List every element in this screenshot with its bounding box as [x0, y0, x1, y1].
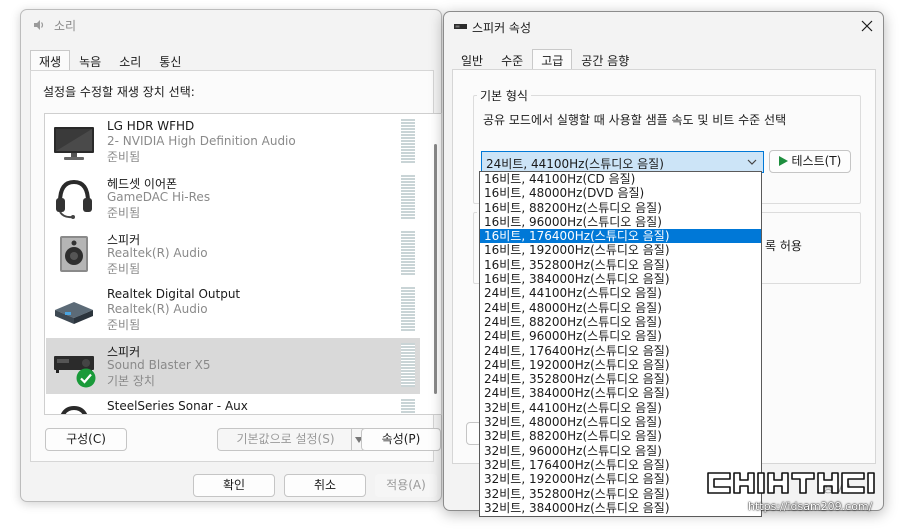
device-status: 준비됨 — [107, 262, 141, 276]
device-driver: Realtek(R) Audio — [107, 246, 208, 260]
device-list-scrollbar[interactable] — [430, 114, 441, 414]
format-option[interactable]: 32비트, 96000Hz(스튜디오 음질) — [480, 444, 761, 458]
close-icon[interactable] — [859, 18, 875, 34]
device-driver: 2- NVIDIA High Definition Audio — [107, 134, 296, 148]
format-option[interactable]: 24비트, 48000Hz(스튜디오 음질) — [480, 301, 761, 315]
format-option[interactable]: 16비트, 96000Hz(스튜디오 음질) — [480, 215, 761, 229]
default-format-label: 기본 형식 — [477, 87, 531, 104]
device-name: LG HDR WFHD — [107, 119, 195, 133]
volume-meter — [401, 175, 415, 219]
volume-meter — [401, 287, 415, 331]
tab-playback[interactable]: 재생 — [30, 50, 71, 70]
device-list[interactable]: LG HDR WFHD 2- NVIDIA High Definition Au… — [44, 113, 442, 415]
format-option[interactable]: 24비트, 88200Hz(스튜디오 음질) — [480, 315, 761, 329]
properties-button[interactable]: 속성(P) — [361, 428, 441, 451]
sound-tabs: 재생 녹음 소리 통신 — [30, 50, 190, 70]
props-titlebar[interactable]: 스피커 속성 — [444, 12, 883, 42]
format-dropdown-list[interactable]: 16비트, 44100Hz(CD 음질) 16비트, 48000Hz(DVD 음… — [479, 171, 762, 517]
format-option[interactable]: 16비트, 48000Hz(DVD 음질) — [480, 186, 761, 200]
apply-button[interactable]: 적용(A) — [375, 474, 437, 497]
format-option[interactable]: 16비트, 44100Hz(CD 음질) — [480, 172, 761, 186]
format-option[interactable]: 32비트, 384000Hz(스튜디오 음질) — [480, 501, 761, 515]
configure-button[interactable]: 구성(C) — [45, 428, 127, 451]
format-option[interactable]: 24비트, 192000Hz(스튜디오 음질) — [480, 358, 761, 372]
device-name: Realtek Digital Output — [107, 287, 241, 301]
headset-icon — [56, 179, 92, 219]
device-item[interactable]: LG HDR WFHD 2- NVIDIA High Definition Au… — [46, 114, 420, 170]
tab-levels[interactable]: 수준 — [492, 49, 532, 69]
format-option[interactable]: 16비트, 384000Hz(스튜디오 음질) — [480, 272, 761, 286]
scrollbar-thumb[interactable] — [434, 144, 437, 394]
default-format-description: 공유 모드에서 실행할 때 사용할 샘플 속도 및 비트 수준 선택 — [483, 113, 787, 127]
playback-panel: 설정을 수정할 재생 장치 선택: LG HDR WFHD 2- NVIDIA … — [30, 70, 442, 462]
props-tabs: 일반 수준 고급 공간 음향 — [452, 49, 638, 69]
format-option[interactable]: 16비트, 192000Hz(스튜디오 음질) — [480, 243, 761, 257]
digital-output-icon — [55, 302, 93, 324]
sound-window: 소리 재생 녹음 소리 통신 설정을 수정할 재생 장치 선택: LG HDR … — [20, 9, 442, 502]
tab-sounds[interactable]: 소리 — [110, 50, 150, 70]
test-button[interactable]: 테스트(T) — [769, 150, 851, 173]
volume-meter — [401, 231, 415, 275]
tab-communications[interactable]: 통신 — [150, 50, 190, 70]
format-option[interactable]: 32비트, 44100Hz(스튜디오 음질) — [480, 401, 761, 415]
monitor-icon — [54, 127, 94, 160]
tab-advanced[interactable]: 고급 — [532, 49, 573, 69]
format-option[interactable]: 24비트, 384000Hz(스튜디오 음질) — [480, 386, 761, 400]
device-item[interactable]: 헤드셋 이어폰 GameDAC Hi-Res 준비됨 — [46, 170, 420, 226]
sound-app-icon — [32, 18, 45, 35]
device-item-selected[interactable]: 스피커 Sound Blaster X5 기본 장치 — [46, 338, 420, 394]
volume-meter — [401, 343, 415, 387]
format-option[interactable]: 16비트, 352800Hz(스튜디오 음질) — [480, 258, 761, 272]
speaker-icon — [60, 236, 88, 272]
format-select-value: 24비트, 44100Hz(스튜디오 음질) — [486, 157, 664, 171]
device-item[interactable]: SteelSeries Sonar - Aux — [46, 394, 420, 414]
test-button-label: 테스트(T) — [791, 154, 842, 168]
device-item[interactable]: Realtek Digital Output Realtek(R) Audio … — [46, 282, 420, 338]
device-status: 준비됨 — [107, 150, 141, 164]
watermark-logo — [707, 472, 875, 494]
format-option[interactable]: 24비트, 176400Hz(스튜디오 음질) — [480, 344, 761, 358]
watermark-url: https://idsam209.com/ — [748, 500, 873, 513]
device-status: 준비됨 — [107, 318, 141, 332]
exclusive-allow-text: 록 허용 — [765, 239, 802, 253]
device-name: SteelSeries Sonar - Aux — [107, 399, 248, 413]
play-icon — [778, 156, 788, 166]
format-option[interactable]: 24비트, 44100Hz(스튜디오 음질) — [480, 286, 761, 300]
device-driver: Realtek(R) Audio — [107, 302, 208, 316]
device-list-instruction: 설정을 수정할 재생 장치 선택: — [43, 85, 195, 99]
props-window-title: 스피커 속성 — [472, 21, 532, 35]
format-select[interactable]: 24비트, 44100Hz(스튜디오 음질) — [481, 151, 764, 173]
chevron-down-icon — [747, 159, 757, 165]
device-driver: GameDAC Hi-Res — [107, 190, 211, 204]
format-option[interactable]: 24비트, 352800Hz(스튜디오 음질) — [480, 372, 761, 386]
sound-titlebar[interactable]: 소리 — [21, 10, 441, 40]
speaker-app-icon — [454, 21, 467, 35]
device-status: 기본 장치 — [107, 374, 155, 388]
format-option-highlighted[interactable]: 16비트, 176400Hz(스튜디오 음질) — [480, 229, 761, 244]
device-driver: Sound Blaster X5 — [107, 358, 211, 372]
tab-spatial-sound[interactable]: 공간 음향 — [572, 49, 638, 69]
volume-meter — [401, 119, 415, 163]
device-status: 준비됨 — [107, 206, 141, 220]
device-item[interactable]: 스피커 Realtek(R) Audio 준비됨 — [46, 226, 420, 282]
format-option[interactable]: 32비트, 48000Hz(스튜디오 음질) — [480, 415, 761, 429]
format-option[interactable]: 32비트, 88200Hz(스튜디오 음질) — [480, 429, 761, 443]
tab-recording[interactable]: 녹음 — [70, 50, 110, 70]
cancel-button[interactable]: 취소 — [284, 474, 366, 497]
volume-meter — [401, 399, 415, 414]
tab-general[interactable]: 일반 — [452, 49, 492, 69]
headphone-icon — [61, 405, 87, 414]
format-option[interactable]: 16비트, 88200Hz(스튜디오 음질) — [480, 201, 761, 215]
set-default-button[interactable]: 기본값으로 설정(S) — [217, 428, 353, 451]
default-check-icon — [76, 368, 96, 388]
ok-button[interactable]: 확인 — [193, 474, 275, 497]
sound-window-title: 소리 — [54, 19, 77, 33]
format-option[interactable]: 24비트, 96000Hz(스튜디오 음질) — [480, 329, 761, 343]
